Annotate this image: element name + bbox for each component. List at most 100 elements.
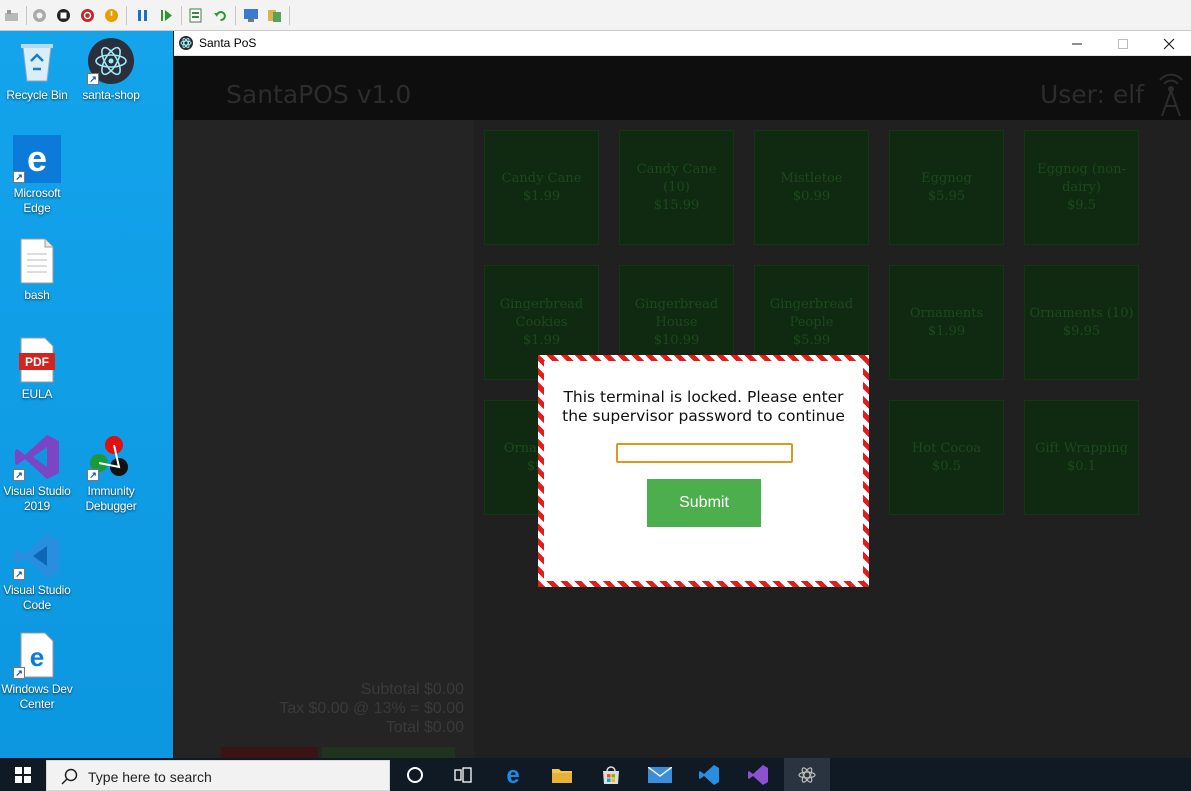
lock-message-line: the supervisor password to continue <box>562 407 845 425</box>
shortcut-arrow-icon: ↗ <box>13 568 25 580</box>
product-name: Eggnog (non-dairy) <box>1037 161 1126 195</box>
desktop-icon-label: Windows Dev Center <box>1 682 73 711</box>
shortcut-arrow-icon: ↗ <box>13 667 25 679</box>
total: Total $0.00 <box>385 719 464 736</box>
desktop-icon-windows-dev-center[interactable]: e ↗ Windows Dev Center <box>0 631 74 712</box>
desktop-icon-label: Microsoft Edge <box>13 186 61 215</box>
shortcut-arrow-icon: ↗ <box>87 469 99 481</box>
checkout-button[interactable] <box>322 747 455 758</box>
supervisor-password-input[interactable] <box>616 443 793 463</box>
product-price: $0.1 <box>1067 458 1096 474</box>
product-name: Candy Cane (10) <box>636 161 717 195</box>
product-price: $1.99 <box>927 323 966 339</box>
enhanced-session-icon[interactable] <box>243 8 258 23</box>
lock-message-line: This terminal is locked. Please enter <box>563 388 844 406</box>
desktop-icon-label: Visual Studio Code <box>3 583 71 612</box>
product-tile[interactable]: Candy Cane $1.99 <box>484 130 599 245</box>
product-tile[interactable]: Candy Cane (10) $15.99 <box>619 130 734 245</box>
desktop-icon-label: santa-shop <box>82 88 140 102</box>
desktop-icon-label: Visual Studio 2019 <box>3 484 71 513</box>
immunity-debugger-icon: ↗ <box>87 433 135 481</box>
product-price: $1.99 <box>522 188 561 204</box>
file-explorer-icon[interactable] <box>539 758 585 791</box>
file-icon <box>13 237 61 285</box>
ctrl-alt-del-icon[interactable] <box>4 8 19 23</box>
product-name: Ornaments (10) <box>1029 305 1134 321</box>
app-header: SantaPOS v1.0 User: elf <box>174 56 1191 120</box>
product-tile[interactable]: Eggnog (non-dairy) $9.5 <box>1024 130 1139 245</box>
pause-icon[interactable] <box>135 8 150 23</box>
desktop-icon-bash[interactable]: bash <box>0 237 74 303</box>
product-price: $0.99 <box>792 188 831 204</box>
share-icon[interactable] <box>267 8 282 23</box>
santa-pos-app-icon <box>179 36 193 50</box>
mail-icon[interactable] <box>637 758 683 791</box>
vscode-icon[interactable] <box>686 758 732 791</box>
product-price: $10.99 <box>653 332 700 348</box>
svg-text:e: e <box>30 642 44 672</box>
subtotal: Subtotal $0.00 <box>360 681 464 698</box>
product-price: $9.5 <box>1067 197 1096 213</box>
edge-icon: e ↗ <box>13 135 61 183</box>
product-tile[interactable]: Gift Wrapping $0.1 <box>1024 400 1139 515</box>
desktop-icon-label: EULA <box>21 387 53 401</box>
product-price: $5.99 <box>792 332 831 348</box>
visual-studio-icon[interactable] <box>735 758 781 791</box>
product-name: Eggnog <box>921 170 972 186</box>
product-name: Gingerbread House <box>634 296 719 330</box>
shortcut-arrow-icon: ↗ <box>87 73 99 85</box>
lock-modal-body: This terminal is locked. Please enter th… <box>544 361 863 581</box>
maximize-button[interactable] <box>1100 31 1146 56</box>
pdf-icon: PDF <box>13 336 61 384</box>
product-name: Hot Cocoa <box>911 440 982 456</box>
checkpoint-icon[interactable] <box>189 8 204 23</box>
desktop-icon-label: Immunity Debugger <box>85 484 137 513</box>
desktop-icon-recycle-bin[interactable]: Recycle Bin <box>0 37 74 103</box>
shutdown-icon[interactable] <box>80 8 95 23</box>
product-tile[interactable]: Ornaments $1.99 <box>889 265 1004 380</box>
product-name: Gift Wrapping <box>1035 440 1128 456</box>
product-tile[interactable]: Mistletoe $0.99 <box>754 130 869 245</box>
start-button[interactable] <box>0 758 46 791</box>
product-name: Ornaments <box>909 305 984 321</box>
desktop-icon-eula[interactable]: PDF EULA <box>0 336 74 402</box>
product-tile[interactable]: Ornaments (10) $9.95 <box>1024 265 1139 380</box>
resume-icon[interactable] <box>159 8 174 23</box>
product-name: Candy Cane <box>501 170 582 186</box>
turn-off-icon[interactable] <box>56 8 71 23</box>
submit-button[interactable]: Submit <box>647 479 761 527</box>
windows-logo-icon <box>15 766 31 783</box>
start-vm-icon[interactable] <box>32 8 47 23</box>
desktop-icon-edge[interactable]: e ↗ Microsoft Edge <box>0 135 74 216</box>
cortana-icon[interactable] <box>392 758 438 791</box>
store-icon[interactable] <box>588 758 634 791</box>
title-bar[interactable]: Santa PoS <box>174 31 1191 56</box>
taskbar: Type here to search e <box>0 758 1191 791</box>
desktop-icon-visual-studio[interactable]: ↗ Visual Studio 2019 <box>0 433 74 514</box>
app-title: SantaPOS v1.0 <box>226 80 412 109</box>
desktop: Recycle Bin ↗ santa-shop e ↗ Microsoft E… <box>0 31 173 758</box>
desktop-icon-immunity-debugger[interactable]: ↗ Immunity Debugger <box>74 433 148 514</box>
svg-text:PDF: PDF <box>25 355 49 369</box>
taskbar-search[interactable]: Type here to search <box>46 760 390 791</box>
vm-toolbar <box>0 0 1191 31</box>
santa-pos-icon[interactable] <box>784 758 830 791</box>
product-tile[interactable]: Hot Cocoa $0.5 <box>889 400 1004 515</box>
desktop-icon-label: Recycle Bin <box>6 88 68 102</box>
electron-app-icon: ↗ <box>87 37 135 85</box>
product-tile[interactable]: Eggnog $5.95 <box>889 130 1004 245</box>
svg-text:e: e <box>506 764 519 786</box>
edge-icon[interactable]: e <box>490 758 536 791</box>
task-view-icon[interactable] <box>440 758 486 791</box>
desktop-icon-vscode[interactable]: ↗ Visual Studio Code <box>0 532 74 613</box>
cancel-sale-button[interactable] <box>221 747 318 758</box>
product-price: $0.5 <box>932 458 961 474</box>
close-button[interactable] <box>1146 31 1191 56</box>
product-price: $9.95 <box>1062 323 1101 339</box>
minimize-button[interactable] <box>1054 31 1100 56</box>
revert-icon[interactable] <box>213 8 228 23</box>
product-name: Gingerbread Cookies <box>499 296 584 330</box>
current-user: User: elf <box>1039 80 1144 109</box>
desktop-icon-santa-shop[interactable]: ↗ santa-shop <box>74 37 148 103</box>
power-icon[interactable] <box>104 8 119 23</box>
